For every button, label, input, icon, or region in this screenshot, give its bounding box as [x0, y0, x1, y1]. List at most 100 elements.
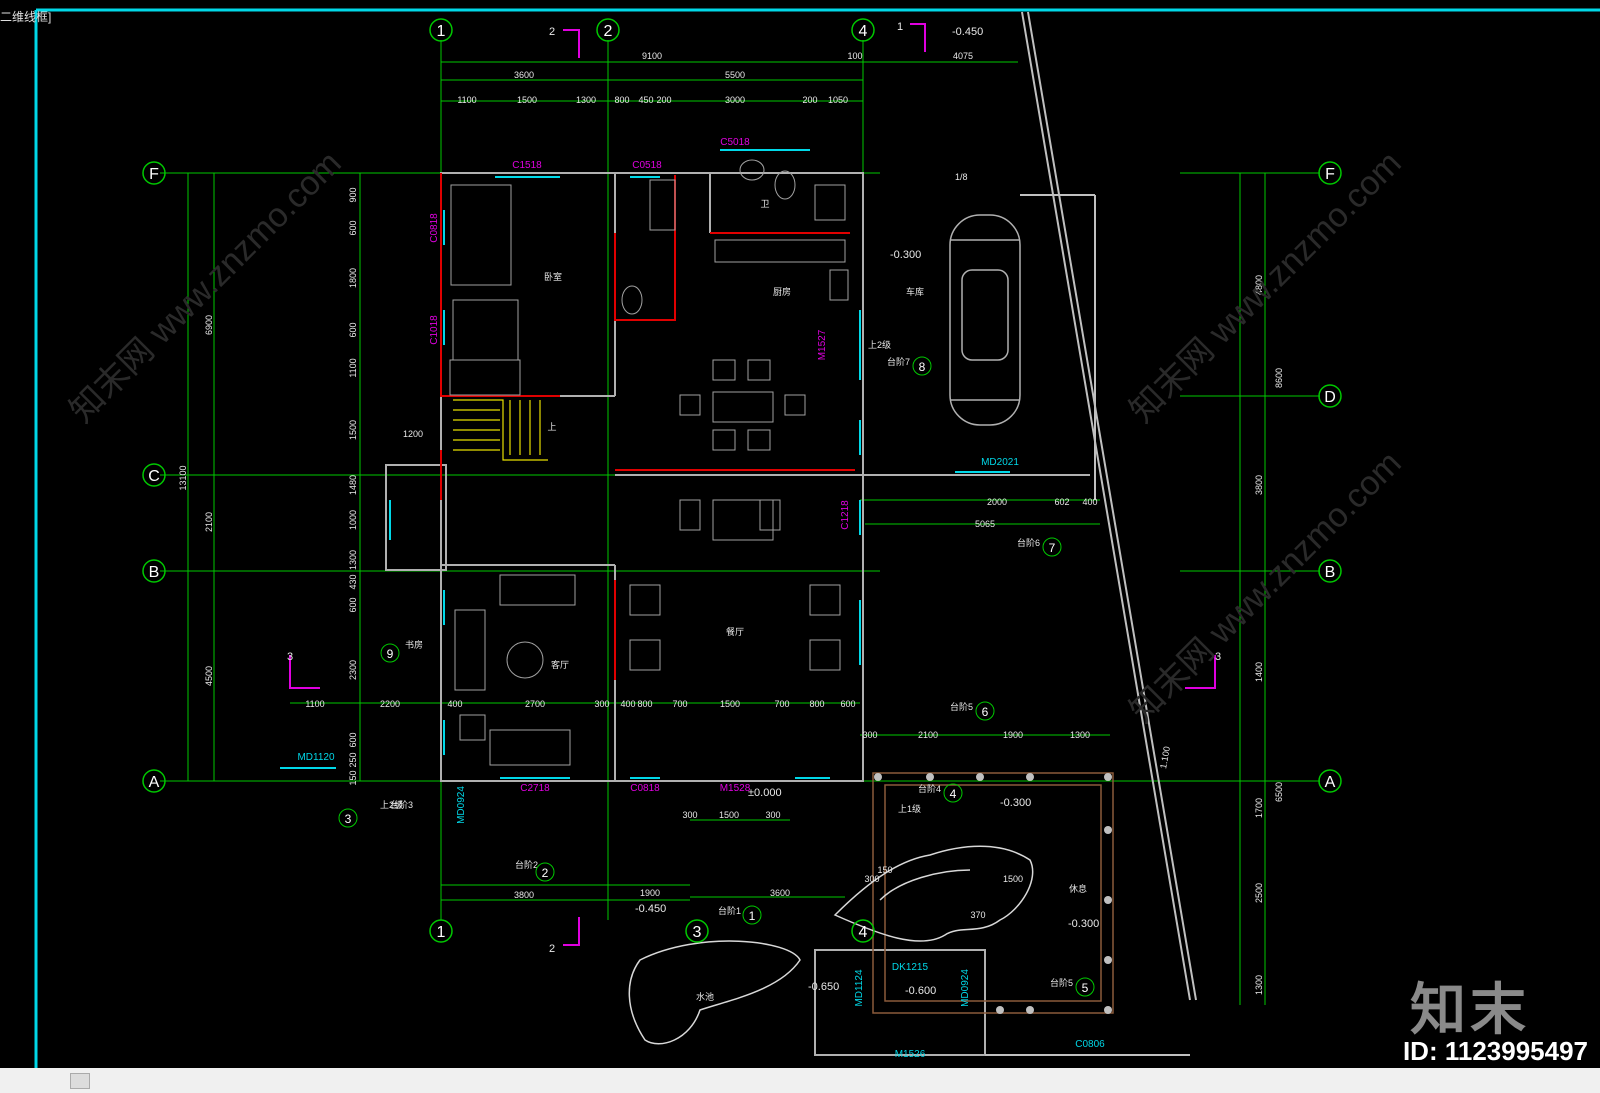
svg-text:1: 1 [437, 924, 446, 941]
svg-text:7: 7 [1049, 541, 1056, 555]
dim-text: 5500 [725, 70, 745, 80]
dim-text: 1100 [305, 699, 324, 709]
dim-text: 6500 [1274, 782, 1284, 802]
horizontal-scrollbar[interactable] [0, 1068, 1600, 1093]
svg-text:3: 3 [345, 812, 352, 826]
grid-bubble-col-1-top: 1 [429, 18, 453, 42]
dim-text: 600 [348, 732, 358, 747]
opening-code: MD0924 [960, 969, 971, 1007]
dim-text: 150 [877, 865, 892, 875]
svg-text:台阶5: 台阶5 [950, 701, 973, 712]
room-label: 上 [547, 422, 556, 432]
level-mark: -0.300 [1068, 918, 1099, 930]
dim-text: 600 [348, 322, 358, 337]
dim-text: 1500 [348, 420, 358, 440]
dim-text: 400 [620, 699, 635, 709]
dim-text: 2100 [204, 512, 214, 532]
opening-code: C0518 [632, 160, 662, 171]
grid-bubble-row-B-left: B [142, 559, 166, 583]
dim-text: 450 [638, 95, 653, 105]
notes: 上2级 上2级 上1级 1/8 [380, 172, 968, 814]
level-mark: -0.650 [808, 981, 839, 993]
opening-code: MD0924 [456, 786, 467, 824]
detail-callout: 台阶4 4 [918, 783, 963, 803]
detail-callout: 9 [380, 643, 400, 663]
svg-text:台阶4: 台阶4 [918, 783, 941, 794]
grid-bubble-row-A-right: A [1318, 769, 1342, 793]
room-label: 卫 [760, 199, 769, 209]
grid-bubble-row-B-right: B [1318, 559, 1342, 583]
detail-callout: 台阶7 8 [887, 356, 932, 376]
dim-text: 300 [594, 699, 609, 709]
level-mark: -0.450 [952, 26, 983, 38]
opening-code: C5018 [720, 137, 750, 148]
dim-text: 800 [614, 95, 629, 105]
dim-text: 9100 [642, 51, 662, 61]
scroll-thumb[interactable] [70, 1073, 90, 1089]
dim-text: 6900 [204, 315, 214, 335]
opening-code: C1218 [840, 500, 851, 530]
opening-code: C2718 [520, 783, 550, 794]
grid-bubble-col-3-bottom: 3 [685, 919, 709, 943]
dim-text: 900 [348, 187, 358, 202]
level-mark: -0.300 [1000, 797, 1031, 809]
dim-text: 100 [847, 51, 862, 61]
level-mark: -0.450 [635, 903, 666, 915]
dim-text: 2200 [380, 699, 400, 709]
dim-text: 1800 [348, 268, 358, 288]
svg-text:B: B [149, 564, 160, 581]
dim-text: 1900 [640, 888, 660, 898]
section-number: 3 [287, 651, 293, 663]
dim-text: 3000 [725, 95, 745, 105]
svg-text:4: 4 [950, 787, 957, 801]
dim-text: 1400 [1254, 662, 1264, 682]
dim-text: 700 [774, 699, 789, 709]
section-numbers: 2 1 3 3 2 [287, 21, 1221, 955]
brand-logo: 知末 [1410, 978, 1530, 1041]
dim-text: 1500 [517, 95, 537, 105]
dim-text: 1200 [403, 429, 423, 439]
bottom-dimensions: 300 1500 300 3800 1900 3600 150 300 1500… [514, 810, 1023, 920]
svg-text:F: F [149, 166, 159, 183]
dim-text: 1050 [828, 95, 848, 105]
opening-code: C1018 [429, 315, 440, 345]
detail-callout: 台阶5 6 [950, 701, 995, 721]
svg-text:8: 8 [919, 360, 926, 374]
dim-text: 1500 [719, 810, 739, 820]
dim-text: 800 [637, 699, 652, 709]
opening-code: M1528 [720, 783, 751, 794]
note: 上2级 [868, 339, 891, 350]
svg-text:9: 9 [387, 647, 394, 661]
room-labels: 卧室 卫 厨房 餐厅 车库 客厅 书房 上 水池 休息 [405, 199, 1087, 1002]
row-dimensions: 1100 2200 400 2700 300 400 800 700 1500 … [305, 699, 855, 709]
opening-code: M1526 [895, 1049, 926, 1060]
level-mark: ±0.000 [748, 787, 782, 799]
grid-bubble-row-F-left: F [142, 161, 166, 185]
dim-text: 1700 [1254, 798, 1264, 818]
room-label: 车库 [906, 286, 924, 297]
dim-text: 602 [1054, 497, 1069, 507]
svg-text:2: 2 [542, 866, 549, 880]
dim-text: 1500 [1003, 874, 1023, 884]
dim-text: 400 [1082, 497, 1097, 507]
dim-text: 1300 [348, 550, 358, 570]
svg-text:D: D [1324, 389, 1336, 406]
dim-text: 430 [348, 574, 358, 589]
svg-text:B: B [1325, 564, 1336, 581]
detail-callout: 台阶6 7 [1017, 537, 1062, 557]
dim-text: 1480 [348, 475, 358, 495]
grid-bubble-row-A-left: A [142, 769, 166, 793]
dim-text: 2000 [987, 497, 1007, 507]
detail-callout: 台阶2 2 [515, 859, 555, 882]
svg-text:台阶7: 台阶7 [887, 356, 910, 367]
dim-text: 600 [348, 597, 358, 612]
grid-bubble-col-4-bottom: 4 [851, 919, 875, 943]
svg-text:5: 5 [1082, 981, 1089, 995]
dim-text: 1100 [348, 358, 358, 377]
dim-text: 300 [862, 730, 877, 740]
dim-text: 1000 [348, 510, 358, 530]
room-label: 厨房 [773, 286, 791, 297]
level-mark: -0.600 [905, 985, 936, 997]
dim-text: 200 [656, 95, 671, 105]
asset-id: ID: 1123995497 [1402, 1036, 1588, 1066]
